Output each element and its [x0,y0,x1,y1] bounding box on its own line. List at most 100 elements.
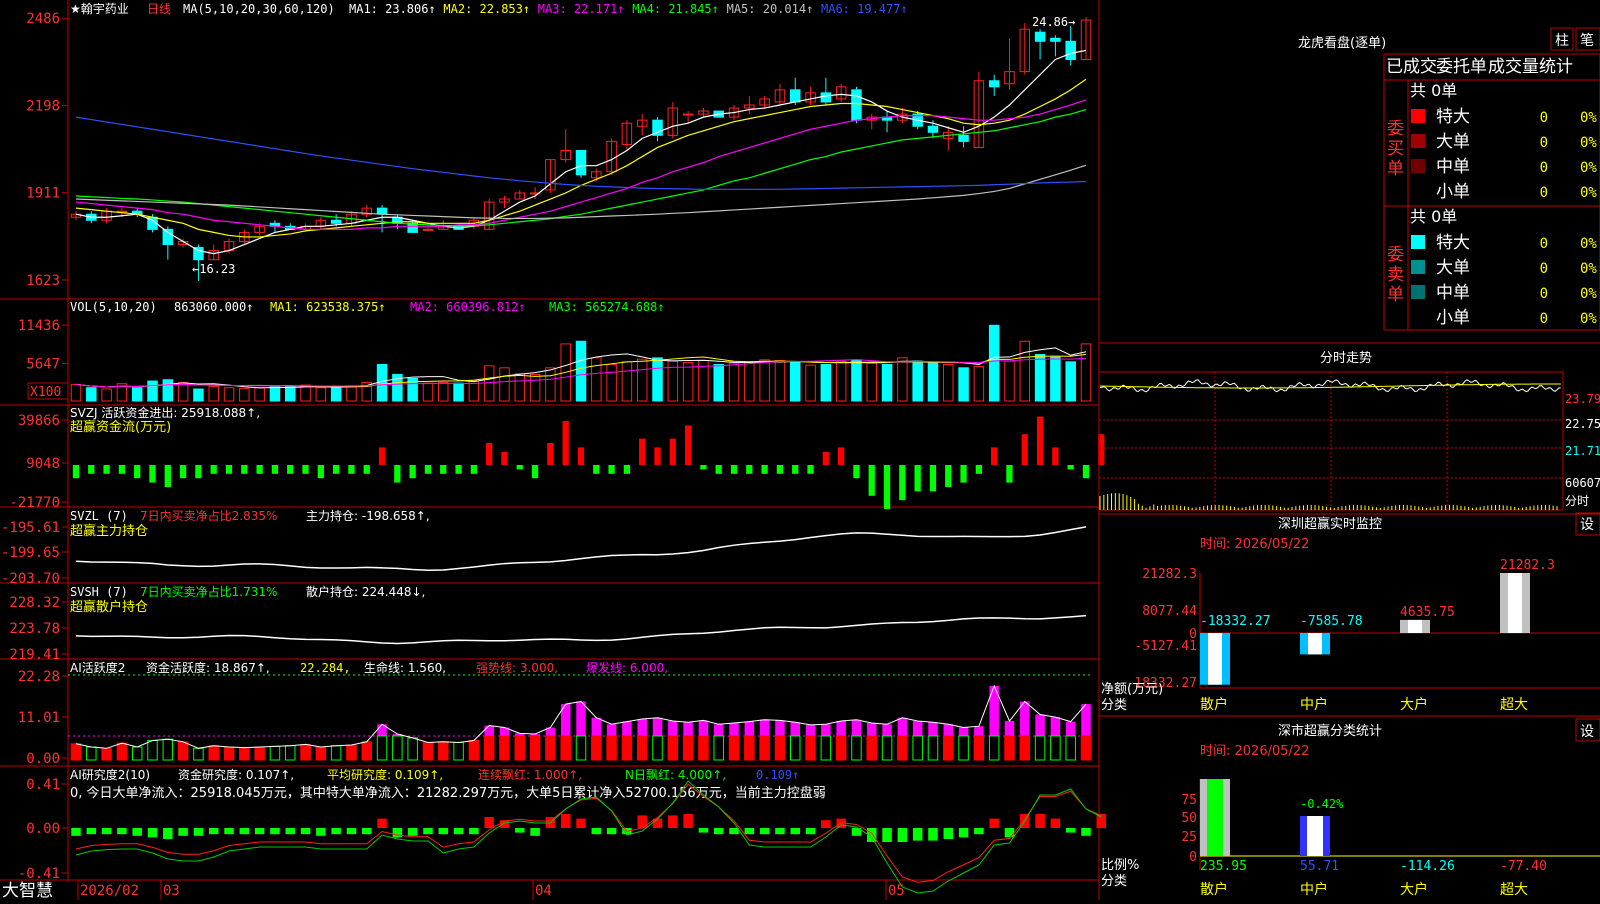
ai2-bar [362,828,372,835]
ai1-bar-base [1080,735,1092,761]
volume-bar [223,387,235,402]
classify-category: 散户 [1200,881,1228,898]
ai1-bar-top [1081,704,1091,736]
ai1-bar-base [636,735,648,761]
ai1-bar-base [177,741,189,761]
vol-tick-label: 5647 [26,357,60,373]
ai1-bar-top [867,722,877,736]
ai1-bar-base [116,742,128,761]
volume-bar [912,360,923,402]
ai2-bar [683,814,693,828]
order-count: 0 [1540,160,1548,176]
ai1-bar-base [239,747,250,761]
ai2-bar [744,828,755,835]
low-marker: ←16.23 [192,262,235,276]
ai1-bar-base [300,743,311,761]
order-total: 共 0单 [1410,207,1457,226]
candle-body [988,80,1000,88]
volume-bar [208,385,219,402]
ai2-y-axis: 0.41 0.00 -0.41 [18,777,68,882]
monitor-tick-label: 8077.44 [1142,604,1197,619]
ai1-bar-base [927,735,939,761]
svzj-label: SVZJ 活跃资金进出: 25918.088↑, [70,405,260,420]
ai1-bar-top [1020,701,1030,736]
ai2-bar [346,828,357,835]
ai1-bar-base [269,745,281,761]
volume-bar [1065,361,1076,402]
ai2-bar [208,828,219,835]
monitor-title: 深圳超赢实时监控 [1278,516,1382,532]
classify-value-label: -77.40 [1500,859,1547,874]
ai1-v5: 爆发线: 6.000, [586,660,668,675]
ai2-bar [1035,814,1045,828]
ai2-bar [668,815,678,828]
price-tick-label: 2486 [26,11,60,27]
order-count: 0 [1540,236,1548,252]
order-pct: 0% [1580,261,1597,277]
classify-tick-label: 75 [1181,793,1197,808]
order-label: 小单 [1436,182,1470,202]
price-tick-label: 1623 [26,273,60,289]
volume-bar [835,360,847,402]
order-pct: 0% [1580,185,1597,201]
ai2-bar [989,818,999,828]
ai2-bar [530,828,540,836]
svzj-bar [1021,434,1028,465]
svzj-bar [440,465,447,474]
order-count: 0 [1540,311,1548,327]
ai1-bar-top [836,721,846,736]
volume-bar [346,385,357,402]
vol-ma3: MA3: 565274.688↑ [549,300,665,314]
ai1-bar-top [729,722,739,736]
ai2-bar [423,828,433,835]
svzj-bar [715,465,722,474]
svsh-pct: 7日内买卖净占比1.731% [140,584,277,599]
svzj-bar [179,465,187,479]
ai2-bar [484,817,494,828]
tab-orders[interactable]: 委托单 [1436,57,1487,77]
ai2-bar [576,818,586,828]
svzj-bar [975,465,982,474]
ai1-bar-base [912,735,923,761]
svzj-bar [929,465,937,492]
ai2-bar [224,828,234,835]
ai2-bar [912,828,923,841]
volume-bar [422,382,434,402]
volume-bar [728,362,740,402]
svzj-bar [868,465,875,496]
svzj-bar [1052,447,1059,465]
monitor-y-label: 净额(万元) [1101,682,1163,697]
svzj-bar [271,465,279,474]
ai1-bar-base [101,747,112,761]
vol-ma2: MA2: 660396.812↑ [410,300,526,314]
monitor-bar-highlight [1208,633,1222,685]
ai2-bar [71,828,81,836]
ai1-bar-base [223,746,235,761]
ai2-bar [254,828,265,835]
ai1-bar-top [652,717,663,736]
order-count: 0 [1540,110,1548,126]
tab-filled[interactable]: 已成交 [1386,57,1437,77]
svzj-bar [776,465,784,474]
svzj-bar [1036,416,1044,465]
intraday-tick-2: 22.75 [1565,417,1600,431]
svzj-bar [378,447,386,465]
ai1-bar-top [668,721,678,736]
ai1-bar-base [789,735,801,761]
order-color-swatch [1411,159,1425,173]
price-tick-label: 1911 [26,186,60,202]
vol-value: 863060.000↑ [174,300,253,314]
volume-bar [147,380,158,402]
ma-label: MA(5,10,20,30,60,120) [183,2,335,16]
tab-volume-stats[interactable]: 成交量统计 [1488,57,1573,77]
ai2-bar [805,828,816,835]
ai2-bar [821,820,831,828]
ai1-bar-base [254,746,265,761]
svzj-bar [348,465,355,474]
volume-bar [162,379,174,402]
volume-bar [193,388,204,402]
volume-bar [591,357,602,402]
order-color-swatch [1411,109,1425,123]
ai2-tick-label: 0.00 [26,821,60,837]
period-tag: 日线 [147,2,171,16]
